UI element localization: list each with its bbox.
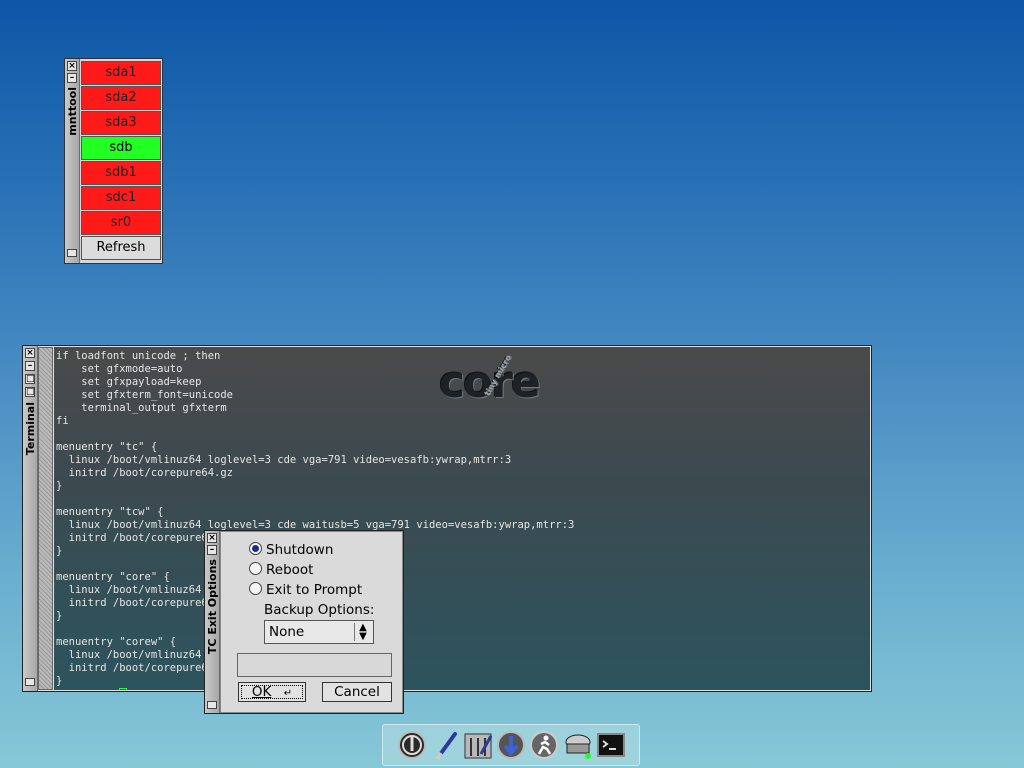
device-button-sr0[interactable]: sr0 <box>81 211 161 235</box>
radio-unselected-icon[interactable] <box>249 562 262 575</box>
terminal-scrollbar[interactable] <box>38 347 53 690</box>
radio-unselected-icon[interactable] <box>249 582 262 595</box>
exit-options-dialog: × – TC Exit Options Shutdown Reboot Exit… <box>204 530 404 714</box>
mnttool-window: × – mnttool sda1 sda2 sda3 sdb sdb1 sdc1… <box>64 58 163 264</box>
backup-options-label: Backup Options: <box>264 602 375 618</box>
dialog-titlebar[interactable]: × – TC Exit Options <box>205 531 220 713</box>
window-title: Terminal <box>24 402 37 456</box>
maximize-icon[interactable]: □ <box>25 374 35 384</box>
dialog-body: Shutdown Reboot Exit to Prompt Backup Op… <box>220 531 403 713</box>
window-title: mnttool <box>66 87 79 136</box>
dialog-text-field[interactable] <box>237 653 392 677</box>
resize-handle-icon[interactable] <box>207 701 217 709</box>
radio-shutdown[interactable]: Shutdown <box>249 541 333 559</box>
device-button-sdc1[interactable]: sdc1 <box>81 186 161 210</box>
terminal-titlebar[interactable]: × – □ □ Terminal <box>23 346 38 691</box>
close-icon[interactable]: × <box>67 61 77 71</box>
mount-tool-icon[interactable] <box>563 730 593 760</box>
backup-options-value: None <box>269 624 305 640</box>
radio-selected-icon[interactable] <box>249 542 262 555</box>
refresh-button[interactable]: Refresh <box>81 236 161 260</box>
power-icon[interactable] <box>397 730 427 760</box>
minimize-icon[interactable]: – <box>25 361 35 371</box>
enter-key-icon: ↵ <box>283 688 293 699</box>
mnttool-titlebar[interactable]: × – mnttool <box>65 59 80 263</box>
device-button-sda1[interactable]: sda1 <box>81 61 161 85</box>
close-icon[interactable]: × <box>25 348 35 358</box>
up-down-arrow-icon: ▲ ▼ <box>354 623 371 642</box>
taskbar <box>382 724 640 766</box>
device-button-sdb1[interactable]: sdb1 <box>81 161 161 185</box>
terminal-cursor <box>119 688 128 690</box>
terminal-icon[interactable] <box>596 730 626 760</box>
terminal-screen[interactable]: core tiny micro if loadfont unicode ; th… <box>54 347 870 690</box>
radio-reboot[interactable]: Reboot <box>249 561 313 579</box>
restore-icon[interactable]: □ <box>25 387 35 397</box>
close-icon[interactable]: × <box>207 533 217 543</box>
backup-options-select[interactable]: None ▲ ▼ <box>264 620 374 644</box>
terminal-window: × – □ □ Terminal core tiny micro if load… <box>22 345 872 692</box>
minimize-icon[interactable]: – <box>207 545 217 555</box>
radio-exit-to-prompt[interactable]: Exit to Prompt <box>249 581 362 599</box>
cancel-button[interactable]: Cancel <box>322 682 392 702</box>
device-button-sdb[interactable]: sdb <box>81 136 161 160</box>
resize-handle-icon[interactable] <box>67 249 77 257</box>
minimize-icon[interactable]: – <box>67 73 77 83</box>
resize-handle-icon[interactable] <box>25 678 35 686</box>
run-icon[interactable] <box>529 730 559 760</box>
device-button-list: sda1 sda2 sda3 sdb sdb1 sdc1 sr0 Refresh <box>81 61 161 261</box>
device-button-sda3[interactable]: sda3 <box>81 111 161 135</box>
paint-brush-icon[interactable] <box>431 730 461 760</box>
control-panel-icon[interactable] <box>463 730 493 760</box>
window-title: TC Exit Options <box>206 559 219 655</box>
ok-button[interactable]: OK ↵ <box>238 682 306 702</box>
device-button-sda2[interactable]: sda2 <box>81 86 161 110</box>
apps-installer-icon[interactable] <box>496 730 526 760</box>
